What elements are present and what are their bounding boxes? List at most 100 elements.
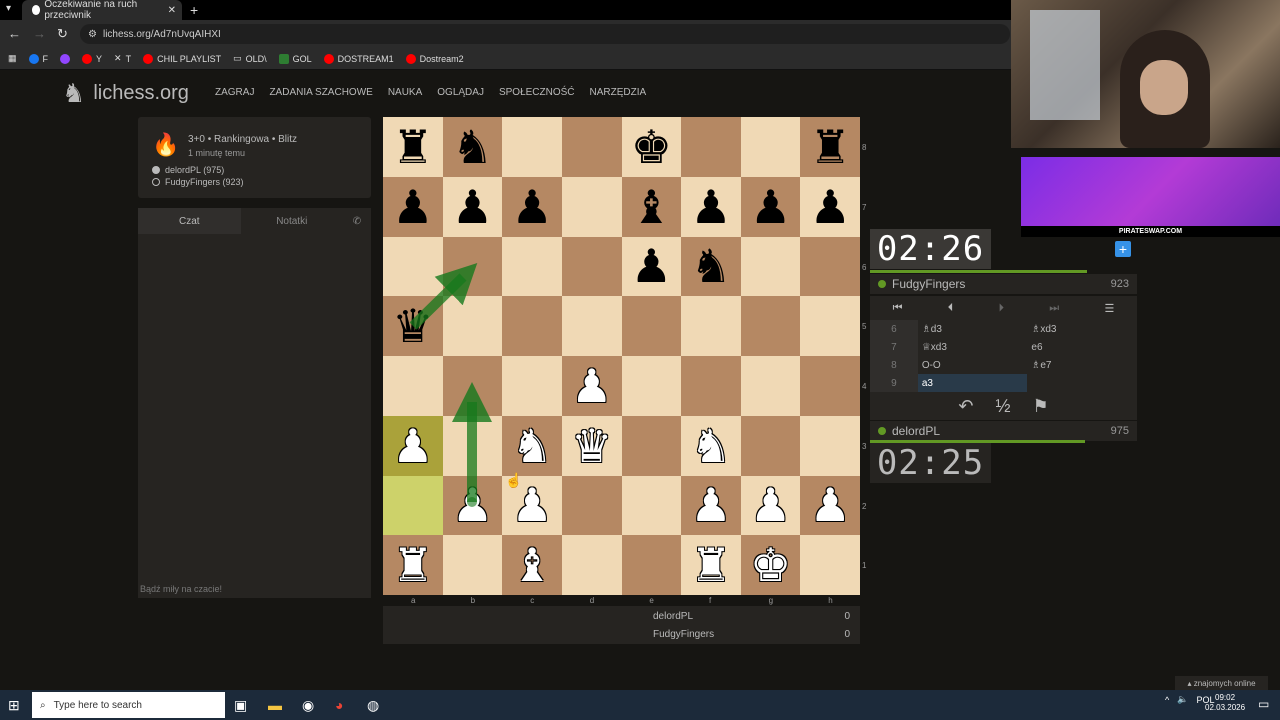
square-e1[interactable]: [621, 535, 682, 595]
piece-h2[interactable]: ♟: [810, 482, 851, 528]
square-h2[interactable]: ♟: [800, 475, 860, 536]
app-icon[interactable]: ◉: [302, 697, 314, 714]
square-d3[interactable]: ♛: [561, 415, 622, 476]
piece-f7[interactable]: ♟: [690, 184, 731, 230]
square-a3[interactable]: ♟: [383, 415, 443, 476]
square-e7[interactable]: ♝: [621, 176, 682, 237]
square-d5[interactable]: [561, 296, 622, 356]
square-a5[interactable]: ♛: [383, 296, 443, 356]
opponent-name[interactable]: FudgyFingers: [892, 277, 965, 291]
square-b2[interactable]: ♟: [442, 475, 503, 536]
add-time-button[interactable]: +: [1115, 241, 1131, 257]
move-black[interactable]: e6: [1027, 338, 1137, 356]
reload-icon[interactable]: ↻: [57, 26, 68, 42]
friends-online-button[interactable]: ▴ znajomych online: [1175, 676, 1268, 690]
address-bar[interactable]: ⚙ lichess.org/Ad7nUvqAIHXI: [80, 24, 1010, 44]
piece-f2[interactable]: ♟: [690, 482, 731, 528]
square-g4[interactable]: [740, 356, 801, 416]
takeback-icon[interactable]: ↶: [958, 396, 973, 417]
square-d1[interactable]: [561, 535, 622, 595]
square-a6[interactable]: [383, 236, 443, 297]
square-b8[interactable]: ♞: [442, 117, 503, 177]
file-explorer-icon[interactable]: ▬: [268, 697, 282, 713]
square-g7[interactable]: ♟: [740, 176, 801, 237]
square-d6[interactable]: [561, 236, 622, 297]
piece-g2[interactable]: ♟: [750, 482, 791, 528]
piece-c3[interactable]: ♞: [511, 423, 552, 469]
square-c5[interactable]: [502, 296, 562, 356]
bookmark-twitch[interactable]: [60, 53, 71, 64]
move-white[interactable]: O-O: [918, 356, 1028, 374]
chat-input[interactable]: Bądź miły na czacie!: [138, 580, 371, 598]
square-b7[interactable]: ♟: [442, 176, 503, 237]
bookmark-dostream1[interactable]: DOSTREAM1: [323, 53, 394, 64]
square-f6[interactable]: ♞: [681, 236, 741, 297]
move-white[interactable]: ♗d3: [918, 320, 1028, 338]
square-e5[interactable]: [621, 296, 682, 356]
square-h1[interactable]: [800, 535, 860, 595]
last-move-icon[interactable]: ⏭: [1049, 302, 1059, 315]
taskbar-search[interactable]: ⌕ Type here to search: [32, 692, 225, 718]
square-c6[interactable]: [502, 236, 562, 297]
piece-f6[interactable]: ♞: [690, 243, 731, 289]
square-b5[interactable]: [442, 296, 503, 356]
app-icon[interactable]: ◍: [367, 697, 379, 714]
bookmark-chil-playlist[interactable]: CHIL PLAYLIST: [143, 53, 221, 64]
piece-e8[interactable]: ♚: [631, 124, 672, 170]
move-white[interactable]: ♕xd3: [918, 338, 1028, 356]
square-e4[interactable]: [621, 356, 682, 416]
square-g3[interactable]: [740, 415, 801, 476]
piece-a8[interactable]: ♜: [392, 124, 433, 170]
piece-b2[interactable]: ♟: [452, 482, 493, 528]
square-g2[interactable]: ♟: [740, 475, 801, 536]
lichess-logo[interactable]: ♞ lichess.org: [62, 78, 189, 109]
square-a7[interactable]: ♟: [383, 176, 443, 237]
square-a4[interactable]: [383, 356, 443, 416]
piece-a1[interactable]: ♜: [392, 542, 433, 588]
move-black[interactable]: ♗xd3: [1027, 320, 1137, 338]
square-f8[interactable]: [681, 117, 741, 177]
piece-a3[interactable]: ♟: [392, 423, 433, 469]
new-tab-icon[interactable]: +: [190, 2, 198, 18]
bookmark-old[interactable]: ▭ OLD\: [233, 53, 267, 64]
square-a1[interactable]: ♜: [383, 535, 443, 595]
square-f4[interactable]: [681, 356, 741, 416]
piece-a5[interactable]: ♛: [392, 303, 433, 349]
move-white[interactable]: a3: [917, 374, 1028, 392]
chrome-icon[interactable]: ◕: [335, 697, 343, 713]
resign-flag-icon[interactable]: ⚑: [1032, 396, 1048, 417]
forward-icon[interactable]: →: [33, 26, 46, 41]
square-h8[interactable]: ♜: [800, 117, 860, 177]
piece-c2[interactable]: ♟: [511, 482, 552, 528]
square-e6[interactable]: ♟: [621, 236, 682, 297]
square-e8[interactable]: ♚: [621, 117, 682, 177]
square-b1[interactable]: [442, 535, 503, 595]
phone-icon[interactable]: ✆: [343, 208, 371, 234]
next-move-icon[interactable]: ⏵: [999, 302, 1005, 315]
square-h5[interactable]: [800, 296, 860, 356]
square-a2[interactable]: [383, 475, 443, 536]
square-h4[interactable]: [800, 356, 860, 416]
browser-tab[interactable]: Oczekiwanie na ruch przeciwnik ✕: [22, 0, 182, 21]
square-d4[interactable]: ♟: [561, 356, 622, 416]
taskbar-clock[interactable]: 09:02 02.03.2026: [1205, 693, 1245, 713]
piece-g1[interactable]: ♚: [750, 542, 791, 588]
square-g8[interactable]: [740, 117, 801, 177]
piece-c7[interactable]: ♟: [511, 184, 552, 230]
nav-watch[interactable]: OGLĄDAJ: [437, 87, 484, 98]
nav-tools[interactable]: NARZĘDZIA: [590, 87, 647, 98]
square-c7[interactable]: ♟: [502, 176, 562, 237]
piece-f1[interactable]: ♜: [690, 542, 731, 588]
square-f7[interactable]: ♟: [681, 176, 741, 237]
square-h3[interactable]: [800, 415, 860, 476]
square-e3[interactable]: [621, 415, 682, 476]
square-b4[interactable]: [442, 356, 503, 416]
notifications-icon[interactable]: ▭: [1258, 697, 1269, 711]
square-h6[interactable]: [800, 236, 860, 297]
apps-grid-icon[interactable]: ▦: [8, 53, 17, 64]
windows-start-icon[interactable]: ⊞: [8, 697, 20, 714]
speaker-icon[interactable]: 🔈: [1177, 694, 1188, 705]
player-name[interactable]: delordPL: [892, 424, 940, 438]
piece-h7[interactable]: ♟: [810, 184, 851, 230]
draw-offer-icon[interactable]: ½: [995, 396, 1010, 417]
